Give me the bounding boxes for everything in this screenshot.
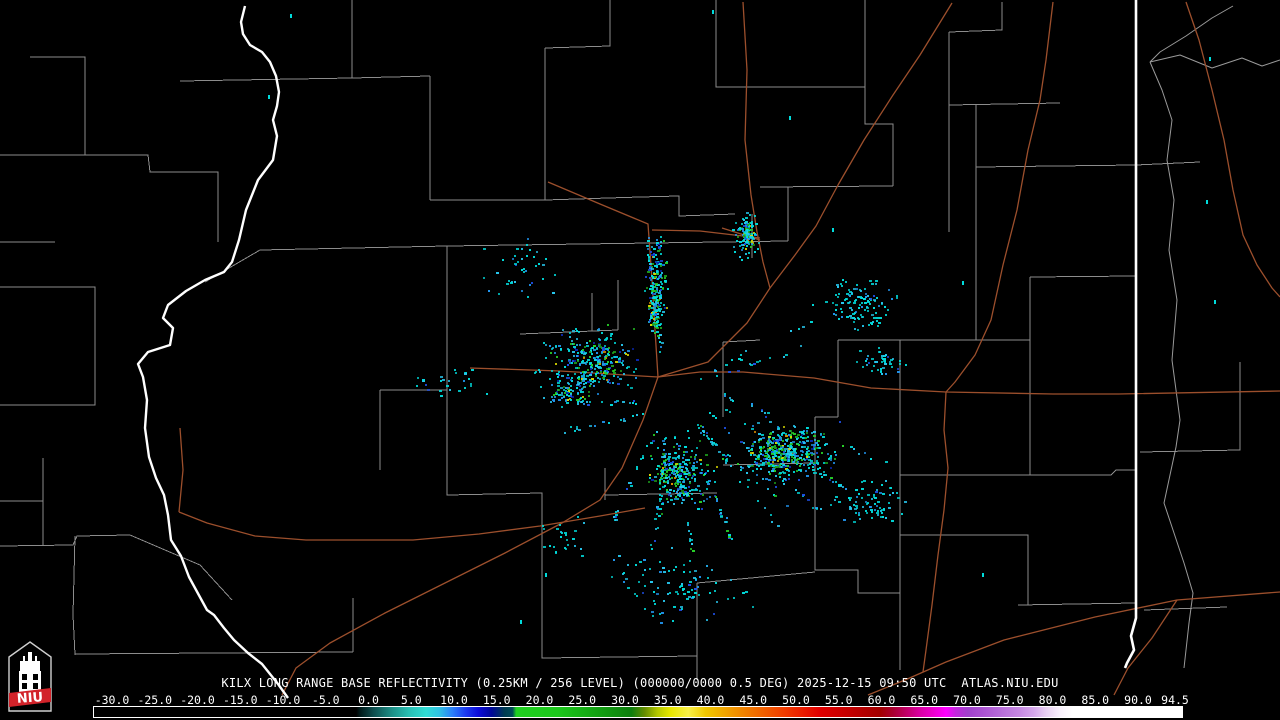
castle-window xyxy=(22,674,27,680)
niu-wordmark: NIU xyxy=(16,690,43,707)
county-line xyxy=(639,195,736,217)
county-line xyxy=(759,185,894,188)
county-line xyxy=(900,534,1029,605)
highway-line xyxy=(178,427,184,513)
echo-single xyxy=(712,10,714,14)
colorbar-tick: 80.0 xyxy=(1038,693,1067,707)
highway-line xyxy=(1185,1,1280,298)
echo-single xyxy=(545,573,547,577)
colorbar-tick: -15.0 xyxy=(222,693,258,707)
echo-single xyxy=(832,228,834,232)
highway-line xyxy=(657,2,953,378)
colorbar-tick: 90.0 xyxy=(1124,693,1152,707)
colorbar-tick: 15.0 xyxy=(482,693,511,707)
radar-viewer: KILX LONG RANGE BASE REFLECTIVITY (0.25K… xyxy=(0,0,1280,720)
river-line xyxy=(1149,54,1280,69)
highway-line xyxy=(281,376,659,696)
reflectivity-colorbar xyxy=(93,706,1183,718)
colorbar-tick: 10.0 xyxy=(440,693,468,707)
echo-single xyxy=(1206,200,1208,204)
colorbar-tick: 85.0 xyxy=(1081,693,1110,707)
colorbar-tick: 25.0 xyxy=(568,693,597,707)
county-line xyxy=(544,0,611,49)
colorbar-tick: 55.0 xyxy=(824,693,853,707)
county-line xyxy=(1017,602,1137,606)
echo-single xyxy=(1209,57,1211,61)
county-line xyxy=(179,75,431,82)
colorbar-tick: 0.0 xyxy=(358,693,379,707)
county-line xyxy=(948,2,1003,33)
castle-window xyxy=(33,683,38,689)
colorbar-tick: 40.0 xyxy=(696,693,725,707)
colorbar-tick: 60.0 xyxy=(867,693,896,707)
colorbar-tick: -20.0 xyxy=(180,693,215,707)
county-line xyxy=(1139,362,1241,453)
county-line xyxy=(430,196,641,201)
colorbar-tick: 65.0 xyxy=(910,693,939,707)
county-line xyxy=(0,286,96,406)
colorbar-tick: 20.0 xyxy=(525,693,554,707)
river-line xyxy=(1149,61,1194,669)
county-line xyxy=(696,571,816,584)
colorbar-tick: 35.0 xyxy=(653,693,682,707)
mississippi-river-line xyxy=(136,5,289,699)
echo-single xyxy=(520,620,522,624)
highway-line xyxy=(178,507,646,541)
colorbar-tick: -10.0 xyxy=(265,693,301,707)
echo-single xyxy=(962,281,964,285)
echo-single xyxy=(268,95,270,99)
county-line xyxy=(1029,275,1137,278)
colorbar-tick: 75.0 xyxy=(995,693,1024,707)
highway-line xyxy=(922,1,1054,673)
county-line xyxy=(72,535,76,656)
colorbar-tick: 45.0 xyxy=(739,693,768,707)
state-border-line xyxy=(1123,0,1138,669)
castle-window xyxy=(33,674,38,680)
county-line xyxy=(975,161,1201,168)
county-line xyxy=(900,469,1136,476)
colorbar-tick: -5.0 xyxy=(311,693,340,707)
colorbar-tick: -30.0 xyxy=(94,693,130,707)
echo-single xyxy=(1214,300,1216,304)
radar-echoes xyxy=(268,10,1216,624)
colorbar-ticks: -30.0 -25.0 -20.0 -15.0 -10.0 -5.0 0.0 5.0 10.0 1… xyxy=(0,693,1280,707)
niu-logo: NIU xyxy=(8,641,52,712)
colorbar-tick: 50.0 xyxy=(782,693,810,707)
county-line xyxy=(948,102,1061,106)
product-caption: KILX LONG RANGE BASE REFLECTIVITY (0.25K… xyxy=(221,676,1059,690)
echo-single xyxy=(982,573,984,577)
echo-single xyxy=(290,14,292,18)
colorbar-tick: 30.0 xyxy=(611,693,639,707)
county-line xyxy=(446,390,698,659)
county-line xyxy=(0,154,219,242)
echo-single xyxy=(789,116,791,120)
county-line xyxy=(74,651,354,655)
river-line xyxy=(1149,5,1234,63)
county-line xyxy=(30,56,86,155)
county-line xyxy=(204,240,789,283)
county-line xyxy=(1143,606,1228,611)
county-line xyxy=(715,0,866,88)
colorbar-tick: 94.5 xyxy=(1161,693,1189,707)
colorbar-tick: -25.0 xyxy=(137,693,173,707)
castle-window xyxy=(22,683,27,689)
colorbar-tick: 5.0 xyxy=(400,693,422,707)
highway-line xyxy=(657,371,1280,395)
colorbar-tick: 70.0 xyxy=(953,693,981,707)
radar-map xyxy=(0,0,1280,699)
